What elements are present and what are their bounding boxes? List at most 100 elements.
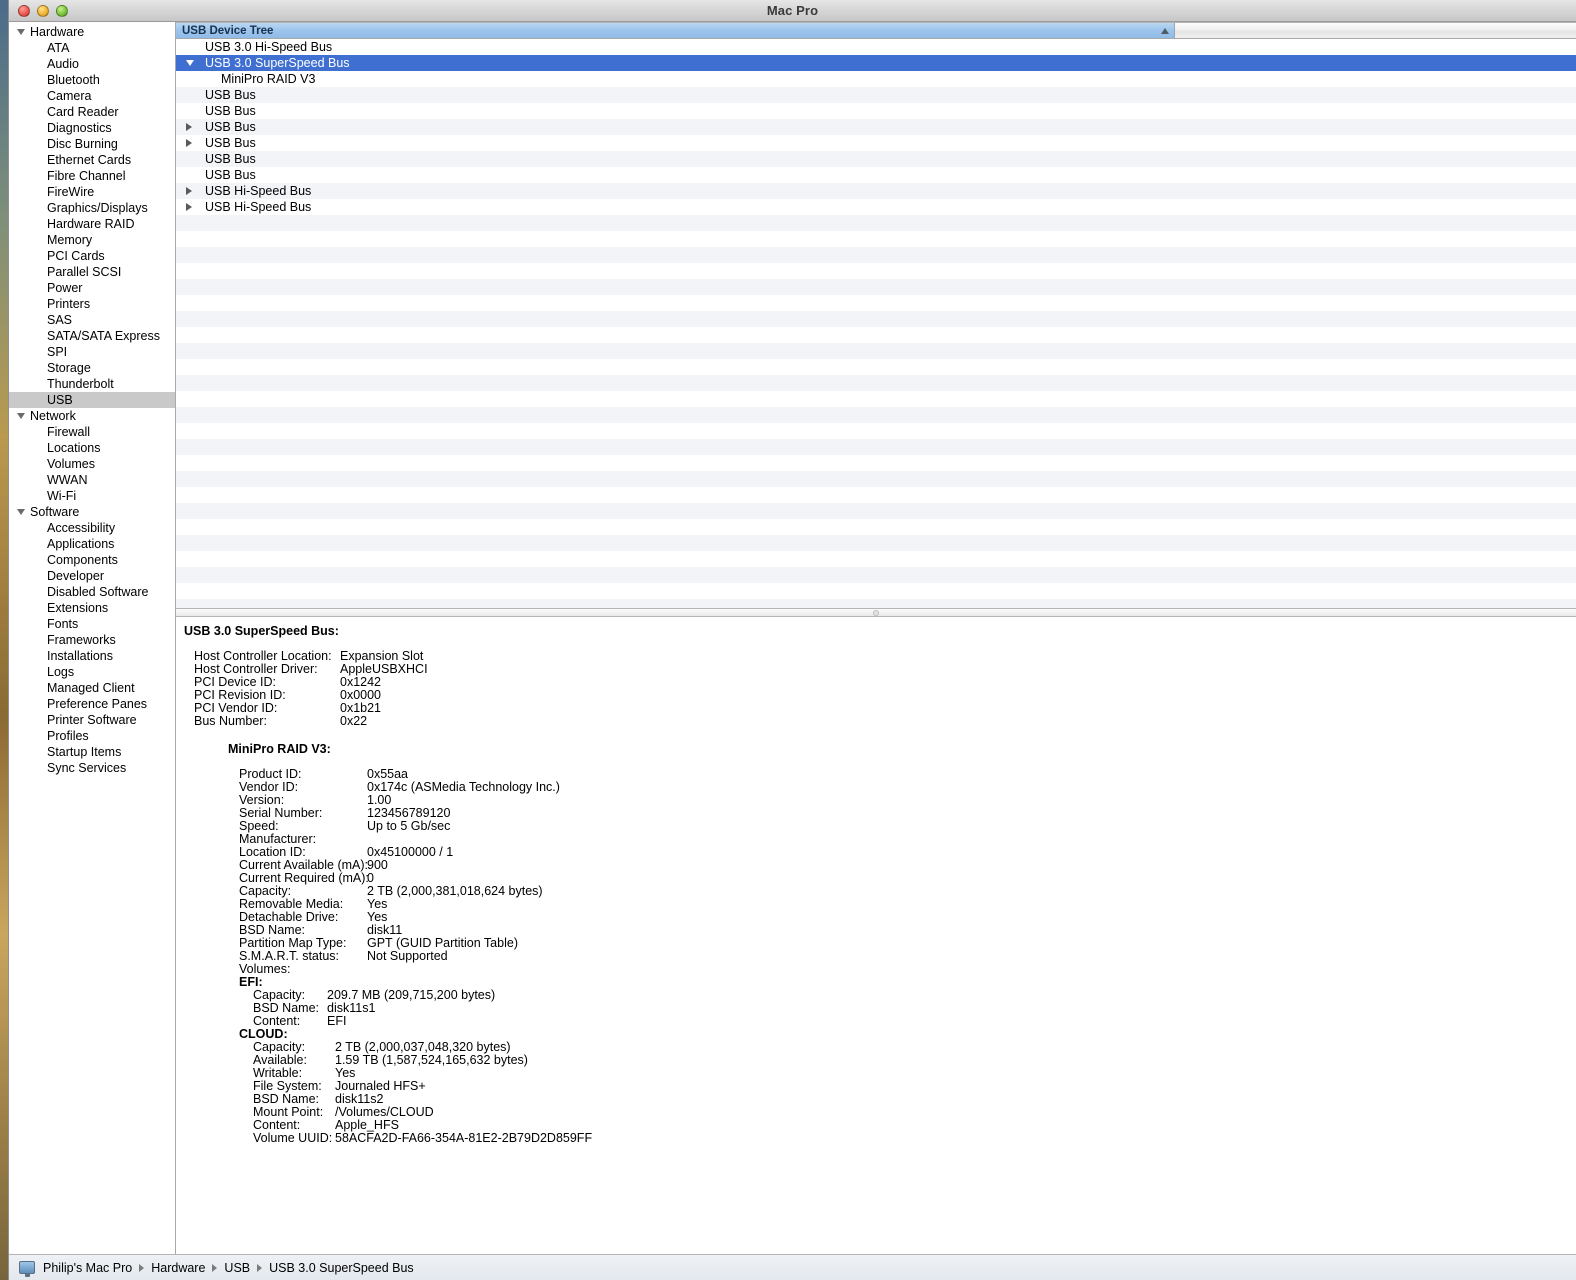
chevron-right-icon[interactable]: [186, 203, 197, 211]
breadcrumb[interactable]: Philip's Mac Pro Hardware USB USB 3.0 Super…: [43, 1261, 414, 1275]
sidebar-item-ata[interactable]: ATA: [9, 40, 175, 56]
sidebar-item-preference-panes[interactable]: Preference Panes: [9, 696, 175, 712]
sidebar-item-ethernet-cards[interactable]: Ethernet Cards: [9, 152, 175, 168]
tree-row[interactable]: USB 3.0 SuperSpeed Bus: [176, 55, 1576, 71]
sidebar-item-wwan[interactable]: WWAN: [9, 472, 175, 488]
sidebar-item-usb[interactable]: USB: [9, 392, 175, 408]
tree-row[interactable]: USB Bus: [176, 87, 1576, 103]
sidebar-item-printers[interactable]: Printers: [9, 296, 175, 312]
sidebar-item-profiles[interactable]: Profiles: [9, 728, 175, 744]
sidebar-item-graphics-displays[interactable]: Graphics/Displays: [9, 200, 175, 216]
tree-row[interactable]: USB Bus: [176, 103, 1576, 119]
sidebar-item-fibre-channel[interactable]: Fibre Channel: [9, 168, 175, 184]
sidebar[interactable]: Hardware ATA Audio Bluetooth Camera Card Read…: [9, 22, 176, 1254]
sidebar-item-disc-burning[interactable]: Disc Burning: [9, 136, 175, 152]
pane-splitter[interactable]: [176, 608, 1576, 617]
tree-row[interactable]: USB Bus: [176, 151, 1576, 167]
chevron-right-icon[interactable]: [186, 139, 197, 147]
sidebar-item-audio[interactable]: Audio: [9, 56, 175, 72]
sidebar-item-diagnostics[interactable]: Diagnostics: [9, 120, 175, 136]
tree-row[interactable]: MiniPro RAID V3: [176, 71, 1576, 87]
sidebar-item-power[interactable]: Power: [9, 280, 175, 296]
sidebar-item-hardware-raid[interactable]: Hardware RAID: [9, 216, 175, 232]
sidebar-item-logs[interactable]: Logs: [9, 664, 175, 680]
sidebar-item-disabled-software[interactable]: Disabled Software: [9, 584, 175, 600]
close-button[interactable]: [18, 5, 30, 17]
sidebar-item-label: Thunderbolt: [47, 377, 114, 391]
sidebar-item-storage[interactable]: Storage: [9, 360, 175, 376]
computer-icon: [19, 1261, 35, 1277]
sidebar-item-label: Volumes: [47, 457, 95, 471]
breadcrumb-item[interactable]: USB: [224, 1261, 250, 1275]
sidebar-item-components[interactable]: Components: [9, 552, 175, 568]
device-property-row: Location ID: 0x45100000 / 1: [239, 846, 1576, 859]
sidebar-item-locations[interactable]: Locations: [9, 440, 175, 456]
sidebar-item-managed-client[interactable]: Managed Client: [9, 680, 175, 696]
chevron-down-icon[interactable]: [17, 413, 25, 419]
sidebar-item-label: Developer: [47, 569, 104, 583]
tree-row[interactable]: USB Hi-Speed Bus: [176, 183, 1576, 199]
tree-row-label: USB Hi-Speed Bus: [205, 200, 312, 214]
breadcrumb-item[interactable]: USB 3.0 SuperSpeed Bus: [269, 1261, 414, 1275]
sidebar-item-wi-fi[interactable]: Wi-Fi: [9, 488, 175, 504]
chevron-down-icon[interactable]: [186, 60, 197, 66]
window-titlebar: Mac Pro: [9, 0, 1576, 22]
sidebar-item-developer[interactable]: Developer: [9, 568, 175, 584]
breadcrumb-separator-icon: [212, 1263, 218, 1272]
sidebar-item-pci-cards[interactable]: PCI Cards: [9, 248, 175, 264]
sidebar-item-extensions[interactable]: Extensions: [9, 600, 175, 616]
sidebar-item-network[interactable]: Network: [9, 408, 175, 424]
tree-row-empty: [176, 391, 1576, 407]
chevron-down-icon[interactable]: [17, 509, 25, 515]
tree-row[interactable]: USB Hi-Speed Bus: [176, 199, 1576, 215]
sidebar-item-card-reader[interactable]: Card Reader: [9, 104, 175, 120]
sidebar-item-thunderbolt[interactable]: Thunderbolt: [9, 376, 175, 392]
chevron-down-icon[interactable]: [17, 29, 25, 35]
sidebar-item-bluetooth[interactable]: Bluetooth: [9, 72, 175, 88]
sidebar-item-applications[interactable]: Applications: [9, 536, 175, 552]
sidebar-item-hardware[interactable]: Hardware: [9, 24, 175, 40]
property-value: EFI: [327, 1014, 347, 1028]
tree-row-label: USB 3.0 Hi-Speed Bus: [205, 40, 333, 54]
sidebar-item-spi[interactable]: SPI: [9, 344, 175, 360]
sidebar-item-sata-sata-express[interactable]: SATA/SATA Express: [9, 328, 175, 344]
tree-row[interactable]: USB Bus: [176, 135, 1576, 151]
sidebar-item-installations[interactable]: Installations: [9, 648, 175, 664]
zoom-button[interactable]: [56, 5, 68, 17]
sidebar-item-label: Fonts: [47, 617, 79, 631]
breadcrumb-item[interactable]: Hardware: [151, 1261, 205, 1275]
tree-row-empty: [176, 359, 1576, 375]
sidebar-item-memory[interactable]: Memory: [9, 232, 175, 248]
sidebar-item-sync-services[interactable]: Sync Services: [9, 760, 175, 776]
minimize-button[interactable]: [37, 5, 49, 17]
sidebar-item-frameworks[interactable]: Frameworks: [9, 632, 175, 648]
breadcrumb-item[interactable]: Philip's Mac Pro: [43, 1261, 132, 1275]
sidebar-item-firewire[interactable]: FireWire: [9, 184, 175, 200]
sidebar-item-accessibility[interactable]: Accessibility: [9, 520, 175, 536]
tree-row-empty: [176, 247, 1576, 263]
sidebar-item-label: Disabled Software: [47, 585, 149, 599]
detail-pane: USB 3.0 SuperSpeed Bus: Host Controller …: [176, 617, 1576, 1254]
sidebar-item-camera[interactable]: Camera: [9, 88, 175, 104]
tree-row[interactable]: USB Bus: [176, 119, 1576, 135]
sidebar-item-parallel-scsi[interactable]: Parallel SCSI: [9, 264, 175, 280]
tree-row[interactable]: USB 3.0 Hi-Speed Bus: [176, 39, 1576, 55]
chevron-right-icon[interactable]: [186, 123, 197, 131]
sidebar-item-printer-software[interactable]: Printer Software: [9, 712, 175, 728]
tree-column-header[interactable]: USB Device Tree: [176, 22, 1576, 39]
breadcrumb-statusbar: Philip's Mac Pro Hardware USB USB 3.0 Super…: [9, 1254, 1576, 1280]
usb-device-tree[interactable]: USB 3.0 Hi-Speed Bus USB 3.0 SuperSpeed B…: [176, 39, 1576, 608]
chevron-right-icon[interactable]: [186, 187, 197, 195]
tree-row[interactable]: USB Bus: [176, 167, 1576, 183]
column-header-usb-device-tree[interactable]: USB Device Tree: [176, 23, 1175, 38]
sidebar-item-volumes[interactable]: Volumes: [9, 456, 175, 472]
property-value: Up to 5 Gb/sec: [367, 819, 451, 833]
sidebar-item-fonts[interactable]: Fonts: [9, 616, 175, 632]
sidebar-item-firewall[interactable]: Firewall: [9, 424, 175, 440]
device-title: MiniPro RAID V3:: [228, 742, 331, 756]
tree-row-empty: [176, 311, 1576, 327]
sidebar-item-sas[interactable]: SAS: [9, 312, 175, 328]
sidebar-item-software[interactable]: Software: [9, 504, 175, 520]
sidebar-item-startup-items[interactable]: Startup Items: [9, 744, 175, 760]
splitter-grip-icon[interactable]: [873, 609, 879, 616]
